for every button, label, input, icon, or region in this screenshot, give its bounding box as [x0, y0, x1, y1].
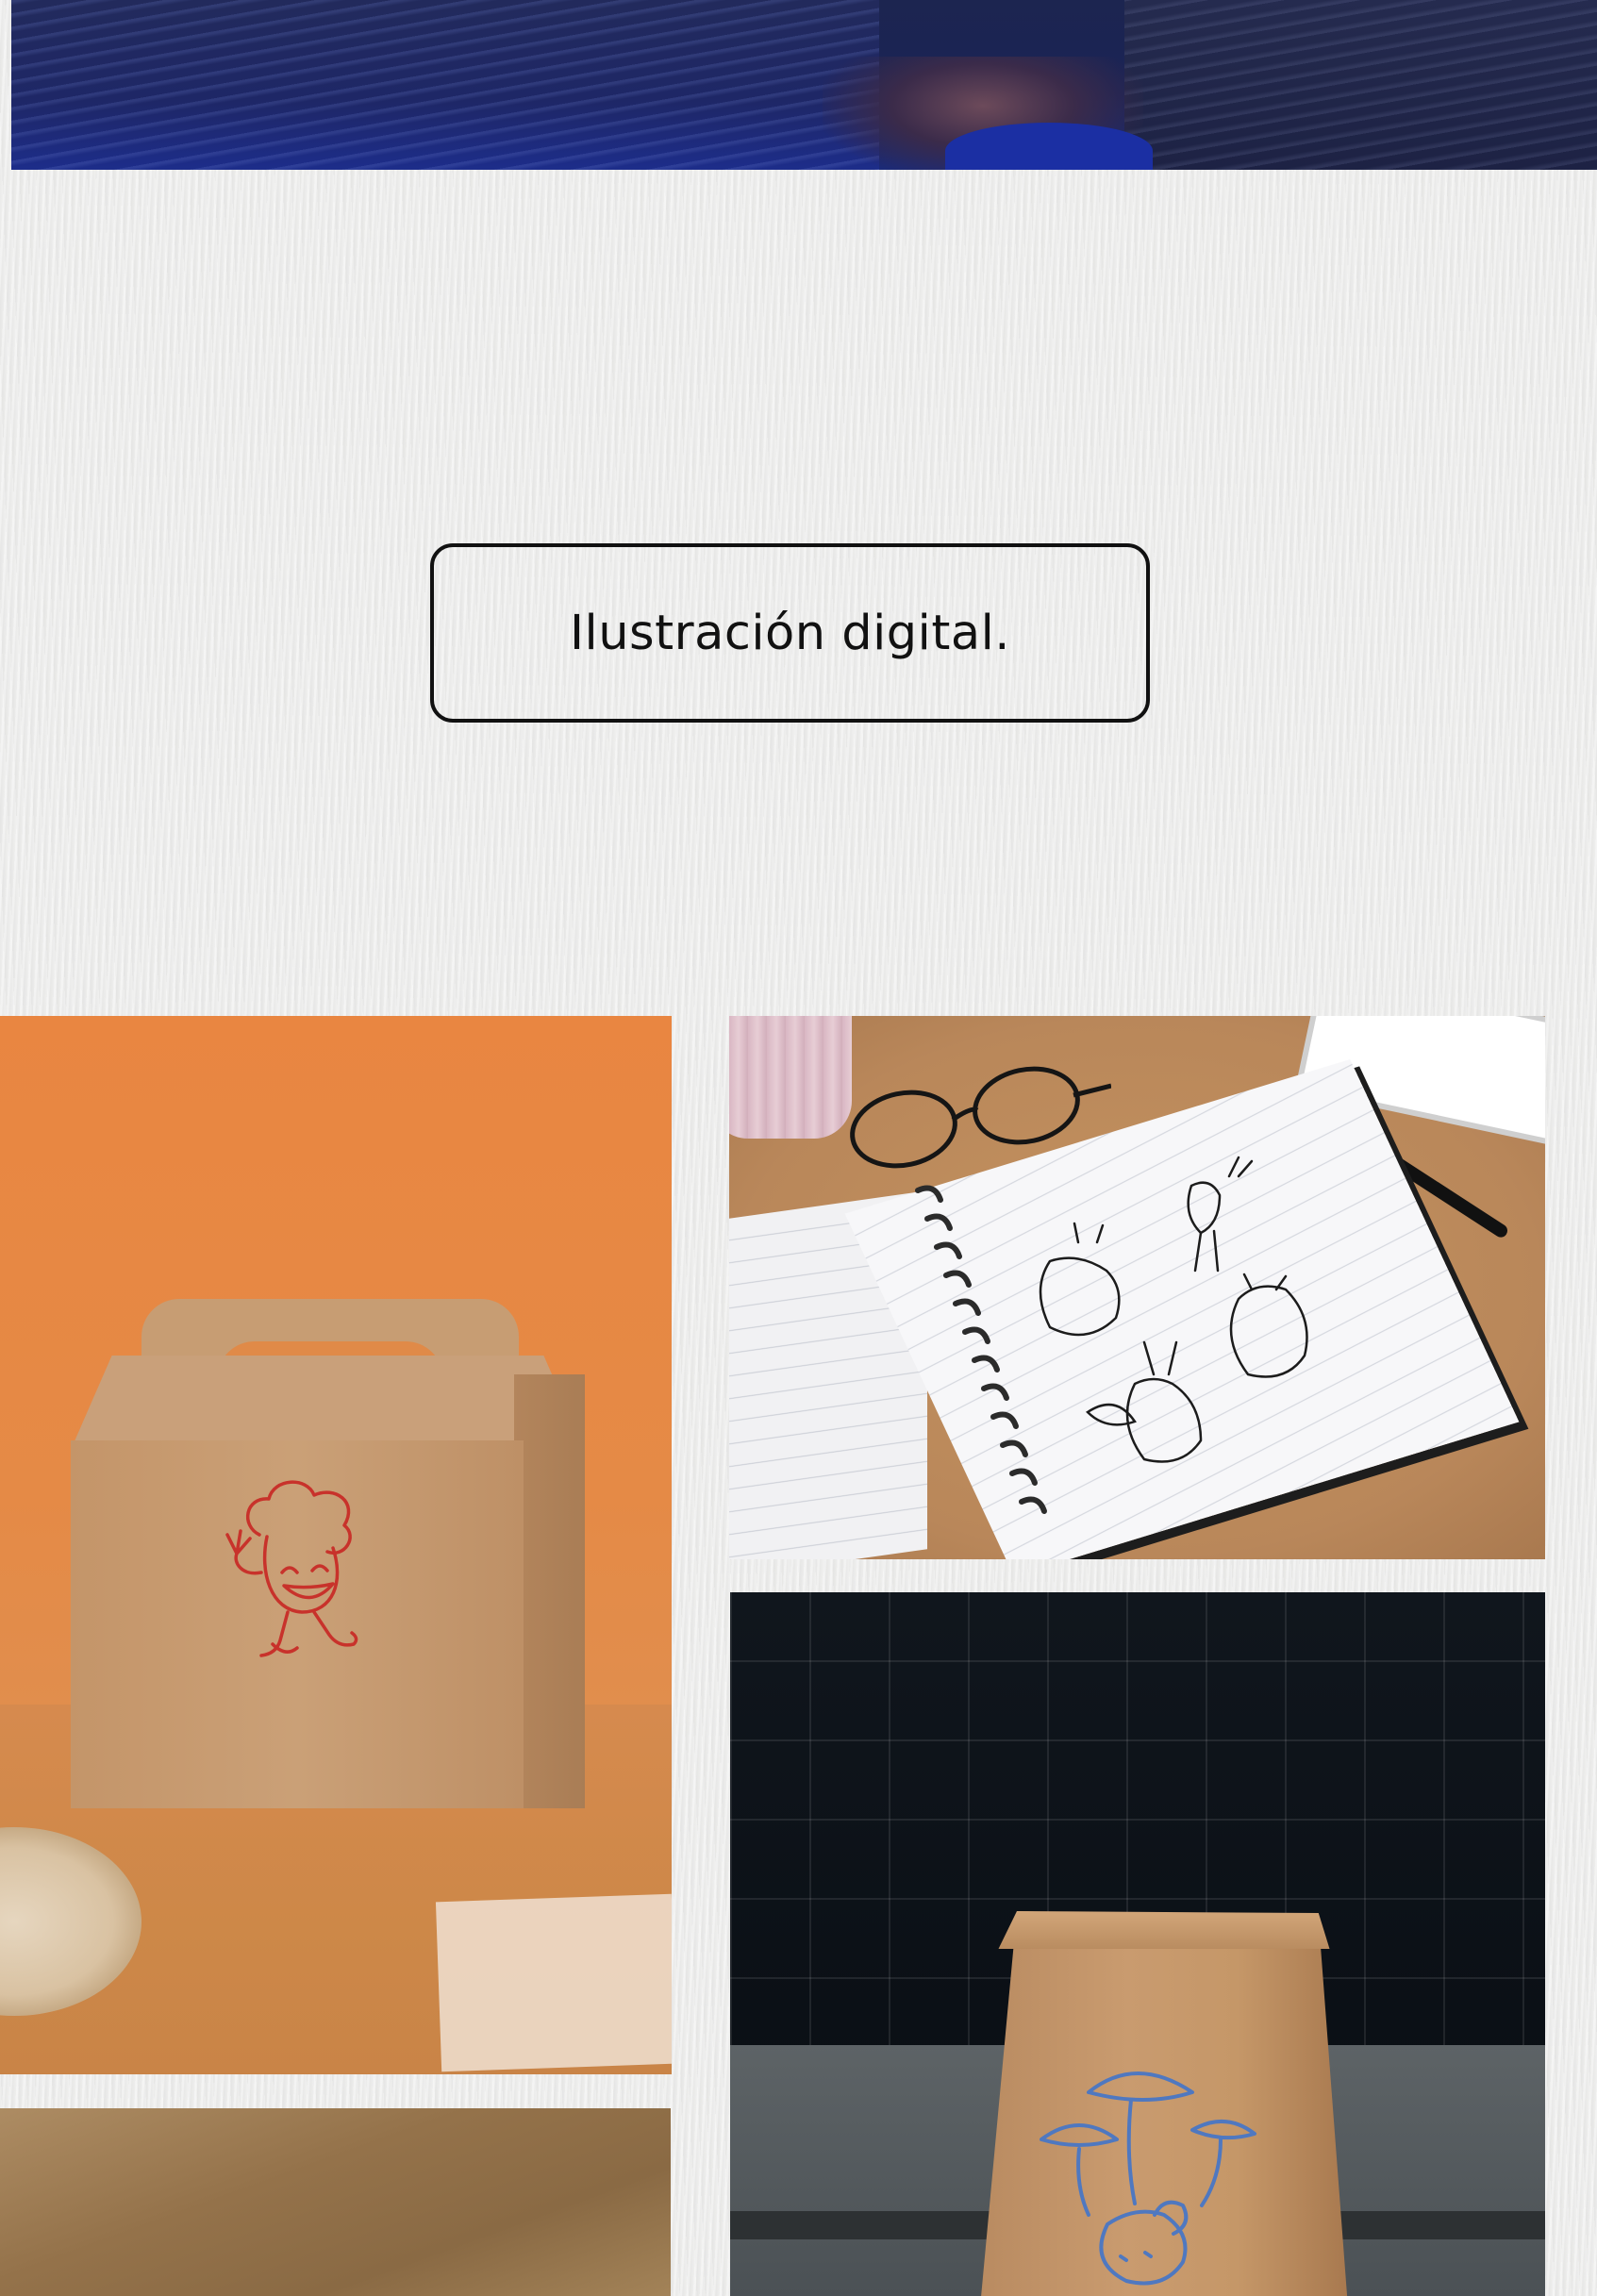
category-label: Ilustración digital.: [570, 605, 1010, 661]
hero-page-right: [1124, 0, 1597, 170]
category-pill[interactable]: Ilustración digital.: [430, 543, 1150, 723]
gallery-item-partial[interactable]: [0, 2108, 671, 2296]
hero-page-left: [11, 0, 879, 170]
mascot-illustration-icon: [225, 1480, 358, 1657]
gallery-item-notebook[interactable]: [729, 1016, 1545, 1559]
gallery-item-paper-bag[interactable]: [730, 1592, 1545, 2296]
gallery-item-kraft-box[interactable]: [0, 1016, 672, 2074]
hero-image: [11, 0, 1597, 170]
mushroom-illustration-icon: [1040, 2071, 1256, 2286]
animal-sketches-icon: [1039, 1156, 1308, 1463]
